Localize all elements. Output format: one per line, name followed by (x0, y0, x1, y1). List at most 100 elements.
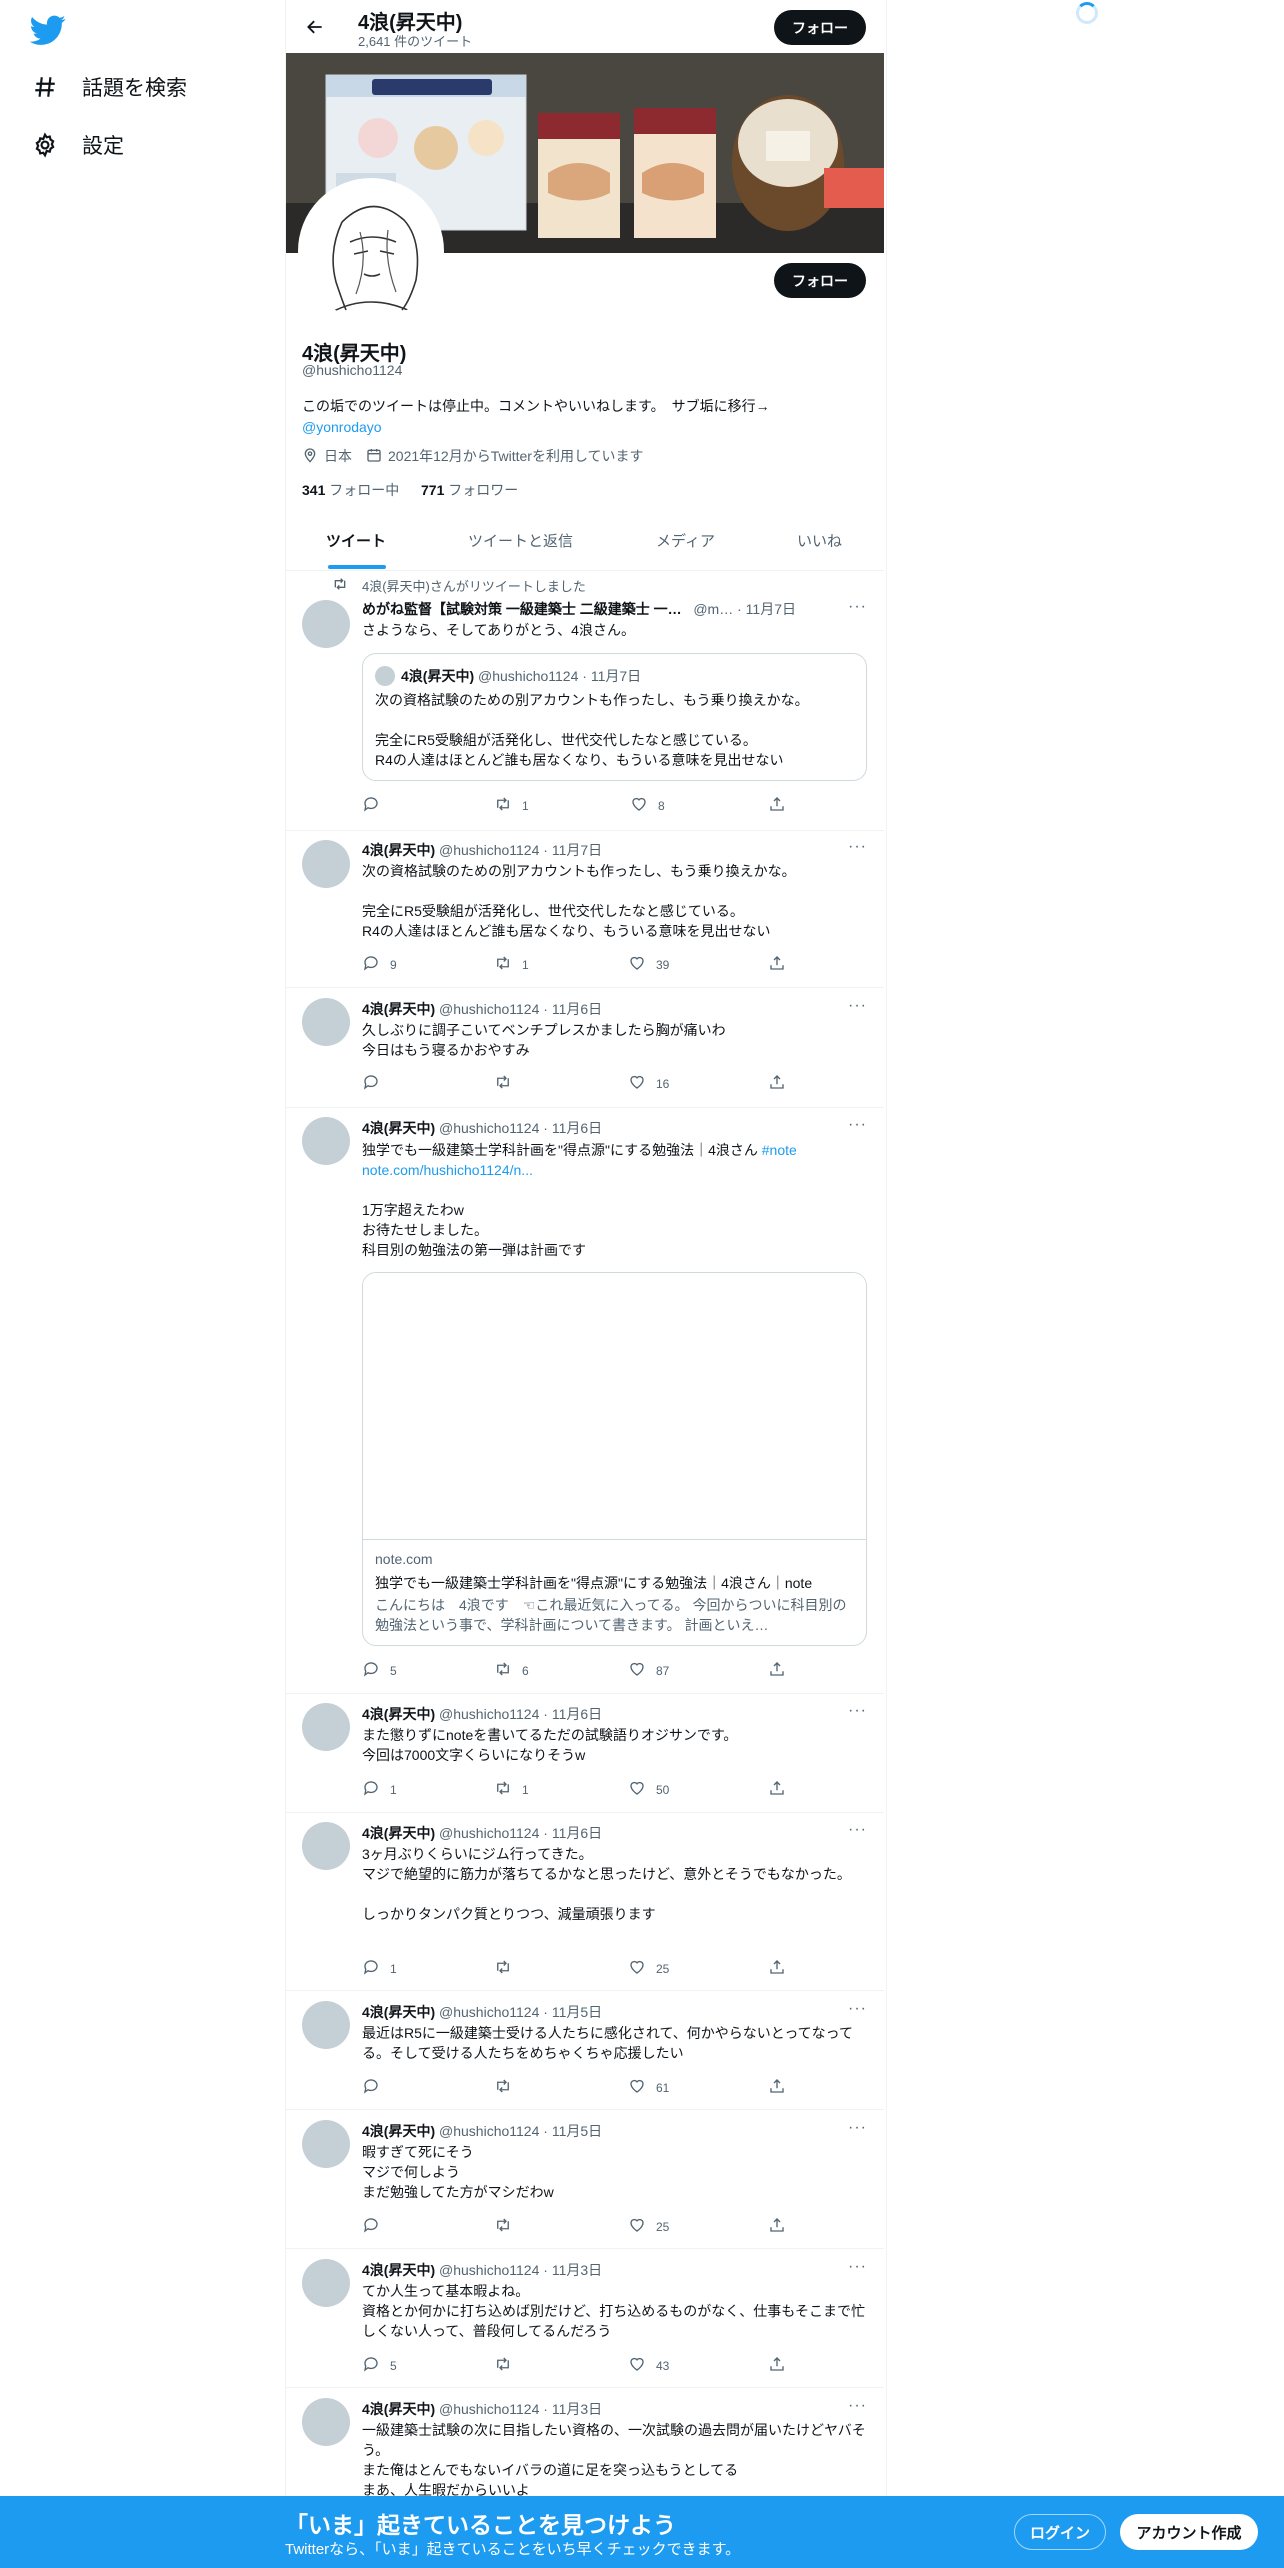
share-button[interactable] (768, 795, 786, 816)
share-button[interactable] (768, 1660, 786, 1681)
retweet-button[interactable] (494, 2355, 522, 2376)
tweet-author-handle[interactable]: @hushicho1124 (439, 2262, 539, 2278)
more-options-icon[interactable]: ··· (848, 1821, 867, 1839)
share-button[interactable] (768, 954, 786, 975)
like-button[interactable]: 8 (630, 795, 665, 816)
reply-button[interactable]: 5 (362, 1660, 397, 1681)
reply-button[interactable] (362, 2077, 390, 2098)
tweet-author-handle[interactable]: @m… (693, 601, 733, 617)
like-button[interactable]: 16 (628, 1073, 669, 1094)
tab-media[interactable]: メディア (656, 530, 715, 551)
tweet-date[interactable]: 11月5日 (552, 2123, 602, 2139)
more-options-icon[interactable]: ··· (848, 2000, 867, 2018)
following-link[interactable]: 341 フォロー中 (302, 480, 399, 500)
back-arrow-icon[interactable] (300, 12, 330, 42)
more-options-icon[interactable]: ··· (848, 2119, 867, 2137)
tweet-author-name[interactable]: 4浪(昇天中) (362, 1706, 435, 1722)
tweet-author-handle[interactable]: @hushicho1124 (439, 1001, 539, 1017)
avatar[interactable] (302, 2259, 350, 2307)
like-button[interactable]: 43 (628, 2355, 669, 2376)
sidebar-item-explore[interactable]: 話題を検索 (30, 62, 187, 112)
retweet-button[interactable] (494, 2077, 522, 2098)
avatar[interactable] (302, 1117, 350, 1165)
more-options-icon[interactable]: ··· (848, 1116, 867, 1134)
retweet-button[interactable]: 1 (494, 954, 529, 975)
more-options-icon[interactable]: ··· (848, 1702, 867, 1720)
more-options-icon[interactable]: ··· (848, 997, 867, 1015)
like-button[interactable]: 25 (628, 2216, 669, 2237)
avatar[interactable] (302, 2001, 350, 2049)
avatar[interactable] (302, 1703, 350, 1751)
tweet-date[interactable]: 11月6日 (552, 1706, 602, 1722)
header-follow-button[interactable]: フォロー (774, 10, 866, 45)
tweet-date[interactable]: 11月7日 (552, 842, 602, 858)
reply-button[interactable]: 1 (362, 1779, 397, 1800)
tweet-author-handle[interactable]: @hushicho1124 (439, 2401, 539, 2417)
more-options-icon[interactable]: ··· (848, 2397, 867, 2415)
share-button[interactable] (768, 1779, 786, 1800)
tab-tweets[interactable]: ツイート (326, 530, 386, 551)
retweet-button[interactable] (494, 1958, 522, 1979)
reply-button[interactable]: 9 (362, 954, 397, 975)
reply-button[interactable] (362, 795, 390, 816)
avatar[interactable] (302, 840, 350, 888)
like-button[interactable]: 25 (628, 1958, 669, 1979)
tweet-author-handle[interactable]: @hushicho1124 (439, 1825, 539, 1841)
tweet-author-handle[interactable]: @hushicho1124 (439, 1120, 539, 1136)
avatar[interactable] (302, 2120, 350, 2168)
share-button[interactable] (768, 2216, 786, 2237)
tweet-date[interactable]: 11月7日 (746, 601, 796, 617)
tweet-author-handle[interactable]: @hushicho1124 (439, 1706, 539, 1722)
tweet-author-name[interactable]: めがね監督【試験対策 一級建築士 二級建築士 一… (362, 601, 682, 617)
quoted-tweet[interactable]: 4浪(昇天中) @hushicho1124 · 11月7日 次の資格試験のための… (362, 653, 867, 781)
tweet-author-handle[interactable]: @hushicho1124 (439, 2004, 539, 2020)
link-card[interactable]: note.com 独学でも一級建築士学科計画を"得点源"にする勉強法｜4浪さん｜… (362, 1272, 867, 1646)
like-button[interactable]: 50 (628, 1779, 669, 1800)
url-link[interactable]: note.com/hushicho1124/n... (362, 1162, 533, 1178)
followers-link[interactable]: 771 フォロワー (421, 480, 518, 500)
profile-avatar[interactable] (298, 178, 444, 324)
retweet-button[interactable] (494, 1073, 522, 1094)
reply-button[interactable] (362, 1073, 390, 1094)
tweet-date[interactable]: 11月3日 (552, 2262, 602, 2278)
avatar[interactable] (302, 2398, 350, 2446)
tweet-date[interactable]: 11月6日 (552, 1001, 602, 1017)
share-button[interactable] (768, 1073, 786, 1094)
tweet-author-name[interactable]: 4浪(昇天中) (362, 1825, 435, 1841)
tweet-date[interactable]: 11月6日 (552, 1120, 602, 1136)
more-options-icon[interactable]: ··· (848, 598, 867, 616)
more-options-icon[interactable]: ··· (848, 2258, 867, 2276)
reply-button[interactable] (362, 2216, 390, 2237)
sidebar-item-settings[interactable]: 設定 (30, 120, 124, 170)
avatar[interactable] (302, 998, 350, 1046)
avatar[interactable] (302, 1822, 350, 1870)
like-button[interactable]: 87 (628, 1660, 669, 1681)
retweet-button[interactable] (494, 2216, 522, 2237)
more-options-icon[interactable]: ··· (848, 838, 867, 856)
tweet-author-name[interactable]: 4浪(昇天中) (362, 2262, 435, 2278)
profile-bio-link[interactable]: @yonrodayo (302, 419, 382, 435)
twitter-bird-icon[interactable] (29, 12, 66, 48)
tab-likes[interactable]: いいね (797, 530, 842, 551)
tab-tweets-and-replies[interactable]: ツイートと返信 (468, 530, 573, 551)
share-button[interactable] (768, 2355, 786, 2376)
tweet-author-name[interactable]: 4浪(昇天中) (362, 2401, 435, 2417)
retweet-button[interactable]: 1 (494, 795, 529, 816)
reply-button[interactable]: 1 (362, 1958, 397, 1979)
tweet-author-handle[interactable]: @hushicho1124 (439, 2123, 539, 2139)
hashtag-link[interactable]: #note (762, 1142, 797, 1158)
share-button[interactable] (768, 2077, 786, 2098)
tweet-author-name[interactable]: 4浪(昇天中) (362, 1001, 435, 1017)
login-button[interactable]: ログイン (1014, 2514, 1106, 2550)
reply-button[interactable]: 5 (362, 2355, 397, 2376)
share-button[interactable] (768, 1958, 786, 1979)
like-button[interactable]: 61 (628, 2077, 669, 2098)
tweet-author-name[interactable]: 4浪(昇天中) (362, 2123, 435, 2139)
tweet-date[interactable]: 11月5日 (552, 2004, 602, 2020)
retweet-button[interactable]: 6 (494, 1660, 529, 1681)
tweet-author-name[interactable]: 4浪(昇天中) (362, 1120, 435, 1136)
retweet-button[interactable]: 1 (494, 1779, 529, 1800)
tweet-author-name[interactable]: 4浪(昇天中) (362, 842, 435, 858)
like-button[interactable]: 39 (628, 954, 669, 975)
tweet-author-handle[interactable]: @hushicho1124 (439, 842, 539, 858)
